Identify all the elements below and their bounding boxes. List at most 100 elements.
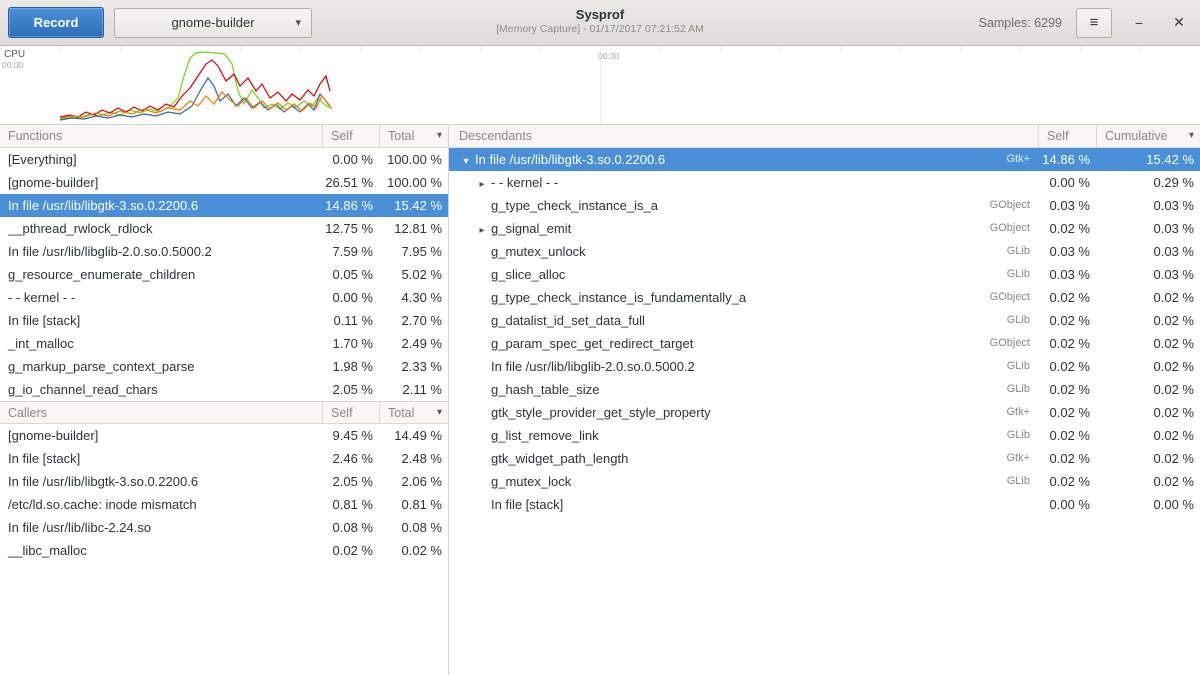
cumulative-value: 0.02 % <box>1096 286 1200 309</box>
descendant-row[interactable]: ▾In file /usr/lib/libgtk-3.so.0.2200.6Gt… <box>449 148 1200 171</box>
total-column-header[interactable]: Total ▾ <box>379 402 448 423</box>
close-button[interactable]: ✕ <box>1166 10 1192 36</box>
library-badge: GObject <box>968 286 1038 309</box>
process-selector-dropdown[interactable]: gnome-builder ▾ <box>114 8 312 38</box>
descendant-row[interactable]: g_hash_table_sizeGLib0.02 %0.02 % <box>449 378 1200 401</box>
cumulative-value: 0.02 % <box>1096 401 1200 424</box>
caller-row[interactable]: __libc_malloc0.02 %0.02 % <box>0 539 448 562</box>
descendant-row[interactable]: g_datalist_id_set_data_fullGLib0.02 %0.0… <box>449 309 1200 332</box>
total-value: 7.95 % <box>379 240 448 263</box>
function-row[interactable]: In file /usr/lib/libgtk-3.so.0.2200.614.… <box>0 194 448 217</box>
cumulative-value: 0.02 % <box>1096 309 1200 332</box>
descendant-row[interactable]: g_slice_allocGLib0.03 %0.03 % <box>449 263 1200 286</box>
descendant-row[interactable]: g_mutex_unlockGLib0.03 %0.03 % <box>449 240 1200 263</box>
functions-column-header[interactable]: Functions <box>0 125 322 147</box>
descendant-row[interactable]: g_mutex_lockGLib0.02 %0.02 % <box>449 470 1200 493</box>
function-row[interactable]: __pthread_rwlock_rdlock12.75 %12.81 % <box>0 217 448 240</box>
caller-row[interactable]: In file [stack]2.46 %2.48 % <box>0 447 448 470</box>
function-row[interactable]: In file [stack]0.11 %2.70 % <box>0 309 448 332</box>
function-row[interactable]: _int_malloc1.70 %2.49 % <box>0 332 448 355</box>
total-value: 100.00 % <box>379 148 448 171</box>
descendants-column-header[interactable]: Descendants <box>449 125 1038 147</box>
time-label-start: 00:00 <box>2 60 23 70</box>
self-value: 0.08 % <box>322 516 379 539</box>
caller-row[interactable]: /etc/ld.so.cache: inode mismatch0.81 %0.… <box>0 493 448 516</box>
cumulative-value: 15.42 % <box>1096 148 1200 171</box>
self-column-header[interactable]: Self <box>1038 125 1096 147</box>
self-value: 1.98 % <box>322 355 379 378</box>
total-value: 0.08 % <box>379 516 448 539</box>
descendant-row[interactable]: gtk_style_provider_get_style_propertyGtk… <box>449 401 1200 424</box>
descendant-name: In file /usr/lib/libgtk-3.so.0.2200.6 <box>475 152 665 167</box>
cumulative-value: 0.03 % <box>1096 217 1200 240</box>
descendant-row[interactable]: ▸- - kernel - -0.00 %0.29 % <box>449 171 1200 194</box>
record-button[interactable]: Record <box>8 7 104 38</box>
function-row[interactable]: g_resource_enumerate_children0.05 %5.02 … <box>0 263 448 286</box>
cumulative-value: 0.03 % <box>1096 263 1200 286</box>
collapse-icon[interactable]: ▾ <box>457 150 475 171</box>
function-row[interactable]: - - kernel - -0.00 %4.30 % <box>0 286 448 309</box>
caller-row[interactable]: [gnome-builder]9.45 %14.49 % <box>0 424 448 447</box>
descendant-row[interactable]: g_type_check_instance_is_fundamentally_a… <box>449 286 1200 309</box>
function-row[interactable]: [Everything]0.00 %100.00 % <box>0 148 448 171</box>
function-row[interactable]: [gnome-builder]26.51 %100.00 % <box>0 171 448 194</box>
library-badge <box>968 493 1038 516</box>
total-value: 5.02 % <box>379 263 448 286</box>
descendant-row[interactable]: gtk_widget_path_lengthGtk+0.02 %0.02 % <box>449 447 1200 470</box>
right-pane: Descendants Self Cumulative ▾ ▾In file /… <box>449 125 1200 675</box>
function-row[interactable]: In file /usr/lib/libglib-2.0.so.0.5000.2… <box>0 240 448 263</box>
expand-icon[interactable]: ▸ <box>473 173 491 194</box>
function-row[interactable]: g_io_channel_read_chars2.05 %2.11 % <box>0 378 448 401</box>
self-value: 0.02 % <box>1038 355 1096 378</box>
self-value: 14.86 % <box>1038 148 1096 171</box>
descendant-row[interactable]: g_param_spec_get_redirect_targetGObject0… <box>449 332 1200 355</box>
caller-row[interactable]: In file /usr/lib/libgtk-3.so.0.2200.62.0… <box>0 470 448 493</box>
caller-row[interactable]: In file /usr/lib/libc-2.24.so0.08 %0.08 … <box>0 516 448 539</box>
descendants-table: ▾In file /usr/lib/libgtk-3.so.0.2200.6 Gt… <box>449 148 1200 516</box>
descendant-row[interactable]: ▸g_signal_emitGObject0.02 %0.03 % <box>449 217 1200 240</box>
descendant-name-cell: ▸g_signal_emit <box>449 217 968 240</box>
descendant-name-cell: g_param_spec_get_redirect_target <box>449 332 968 355</box>
expand-icon[interactable]: ▸ <box>473 219 491 240</box>
descendant-name-cell: g_mutex_unlock <box>449 240 968 263</box>
self-value: 2.05 % <box>322 470 379 493</box>
callers-table-header: Callers Self Total ▾ <box>0 401 448 424</box>
total-column-header[interactable]: Total ▾ <box>379 125 448 147</box>
library-badge: GLib <box>968 309 1038 332</box>
left-pane: Functions Self Total ▾ [Everything]0.00 … <box>0 125 448 675</box>
total-value: 2.11 % <box>379 378 448 401</box>
self-value: 0.02 % <box>1038 401 1096 424</box>
function-name: g_resource_enumerate_children <box>0 263 322 286</box>
self-value: 0.03 % <box>1038 263 1096 286</box>
descendant-name: g_type_check_instance_is_fundamentally_a <box>491 290 746 305</box>
descendant-name: gtk_style_provider_get_style_property <box>491 405 711 420</box>
callers-column-header[interactable]: Callers <box>0 402 322 423</box>
functions-table: [Everything]0.00 %100.00 %[gnome-builder… <box>0 148 448 401</box>
menu-button[interactable]: ≡ <box>1076 8 1112 38</box>
descendant-row[interactable]: In file [stack]0.00 %0.00 % <box>449 493 1200 516</box>
function-row[interactable]: g_markup_parse_context_parse1.98 %2.33 % <box>0 355 448 378</box>
self-value: 0.00 % <box>1038 493 1096 516</box>
cpu-timeline[interactable]: CPU 00:00 00:30 <box>0 46 1200 125</box>
library-badge: GLib <box>968 470 1038 493</box>
library-badge: GLib <box>968 263 1038 286</box>
descendant-name: g_mutex_lock <box>491 474 571 489</box>
descendant-name: g_param_spec_get_redirect_target <box>491 336 693 351</box>
self-value: 26.51 % <box>322 171 379 194</box>
self-value: 0.02 % <box>1038 217 1096 240</box>
self-column-header[interactable]: Self <box>322 125 379 147</box>
library-badge: GLib <box>968 424 1038 447</box>
library-badge: Gtk+ <box>968 447 1038 470</box>
cumulative-value: 0.02 % <box>1096 355 1200 378</box>
descendant-row[interactable]: g_list_remove_linkGLib0.02 %0.02 % <box>449 424 1200 447</box>
descendant-row[interactable]: g_type_check_instance_is_aGObject0.03 %0… <box>449 194 1200 217</box>
minimize-button[interactable]: − <box>1126 10 1152 36</box>
descendant-name: - - kernel - - <box>491 175 558 190</box>
self-column-header[interactable]: Self <box>322 402 379 423</box>
descendant-name: g_mutex_unlock <box>491 244 586 259</box>
descendant-row[interactable]: In file /usr/lib/libglib-2.0.so.0.5000.2… <box>449 355 1200 378</box>
cumulative-column-header[interactable]: Cumulative ▾ <box>1096 125 1200 147</box>
function-name: _int_malloc <box>0 332 322 355</box>
descendant-name-cell: ▾In file /usr/lib/libgtk-3.so.0.2200.6 <box>449 148 968 171</box>
cumulative-value: 0.02 % <box>1096 470 1200 493</box>
